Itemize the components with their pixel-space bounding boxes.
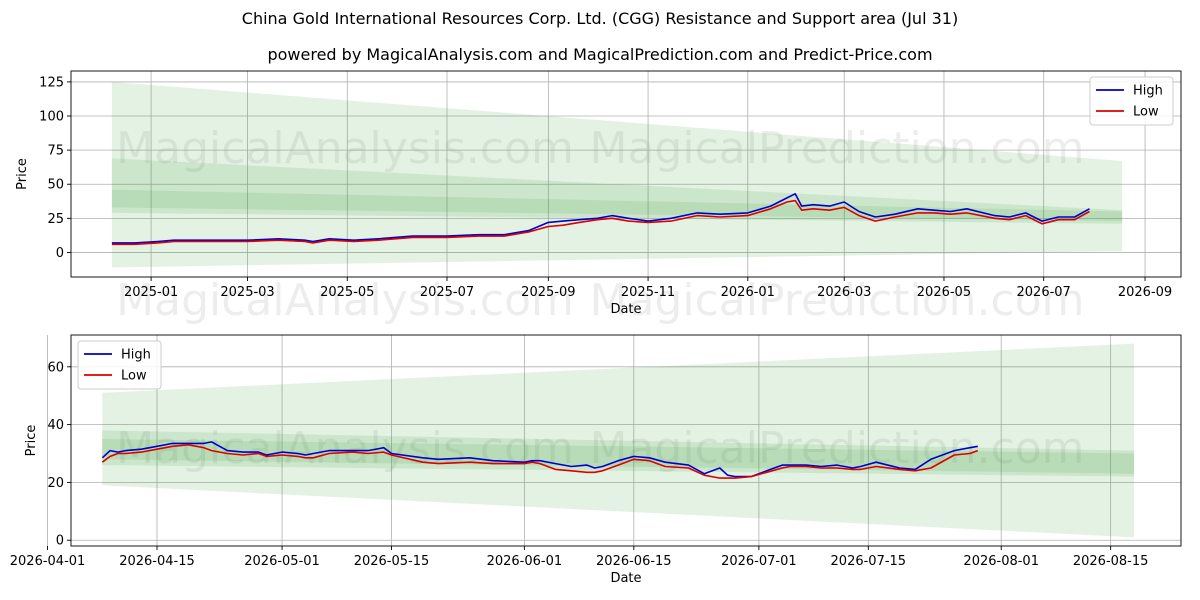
legend-high-label: High	[1133, 84, 1163, 99]
x-tick-label: 2025-07	[420, 285, 474, 300]
x-axis-label: Date	[610, 302, 641, 317]
x-axis-label: Date	[610, 571, 641, 586]
x-tick-label: 2026-07-01	[721, 554, 797, 569]
x-tick-label: 2025-01	[124, 285, 178, 300]
x-tick-label: 2025-11	[621, 285, 675, 300]
x-tick-label: 2026-05	[917, 285, 971, 300]
legend-low-label: Low	[121, 369, 147, 384]
x-tick-label: 2025-09	[521, 285, 575, 300]
chart-canvas: MagicalAnalysis.com MagicalPrediction.co…	[10, 70, 1182, 586]
x-tick-label: 2026-01	[721, 285, 775, 300]
legend: High Low	[77, 340, 162, 390]
y-tick-label: 20	[47, 476, 64, 491]
y-tick-label: 75	[47, 144, 64, 159]
y-tick-label: 0	[56, 534, 64, 549]
x-tick-label: 2026-06-01	[487, 554, 563, 569]
x-tick-label: 2026-05-01	[244, 554, 320, 569]
x-tick-label: 2026-08-15	[1073, 554, 1149, 569]
legend-low-label: Low	[1133, 105, 1159, 120]
y-tick-label: 125	[39, 75, 64, 90]
y-tick-label: 100	[39, 110, 64, 125]
y-tick-label: 40	[47, 418, 64, 433]
y-axis-label: Price	[24, 425, 39, 457]
y-axis-label: Price	[15, 158, 30, 190]
x-tick-label: 2025-03	[220, 285, 274, 300]
x-tick-label: 2026-08-01	[963, 554, 1039, 569]
legend: High Low	[1089, 76, 1174, 126]
x-tick-label: 2026-04-01	[10, 554, 86, 569]
y-tick-label: 25	[47, 212, 64, 227]
x-tick-label: 2026-06-15	[596, 554, 672, 569]
legend-high-label: High	[121, 348, 151, 363]
x-tick-label: 2026-07-15	[831, 554, 907, 569]
watermark-analysis-middle: MagicalAnalysis.com	[116, 275, 574, 326]
x-tick-label: 2025-05	[320, 285, 374, 300]
x-tick-label: 2026-03	[817, 285, 871, 300]
x-tick-label: 2026-07	[1017, 285, 1071, 300]
x-tick-label: 2026-05-15	[354, 554, 430, 569]
y-tick-label: 0	[56, 246, 64, 261]
y-tick-label: 50	[47, 178, 64, 193]
x-tick-label: 2026-09	[1118, 285, 1172, 300]
x-tick-label: 2026-04-15	[119, 554, 195, 569]
bottom-panel: 2026-04-01 2026-04-15 2026-05-01 2026-05-15…	[10, 334, 1182, 586]
watermark-prediction-middle: MagicalPrediction.com	[590, 275, 1085, 326]
y-tick-label: 60	[47, 360, 64, 375]
